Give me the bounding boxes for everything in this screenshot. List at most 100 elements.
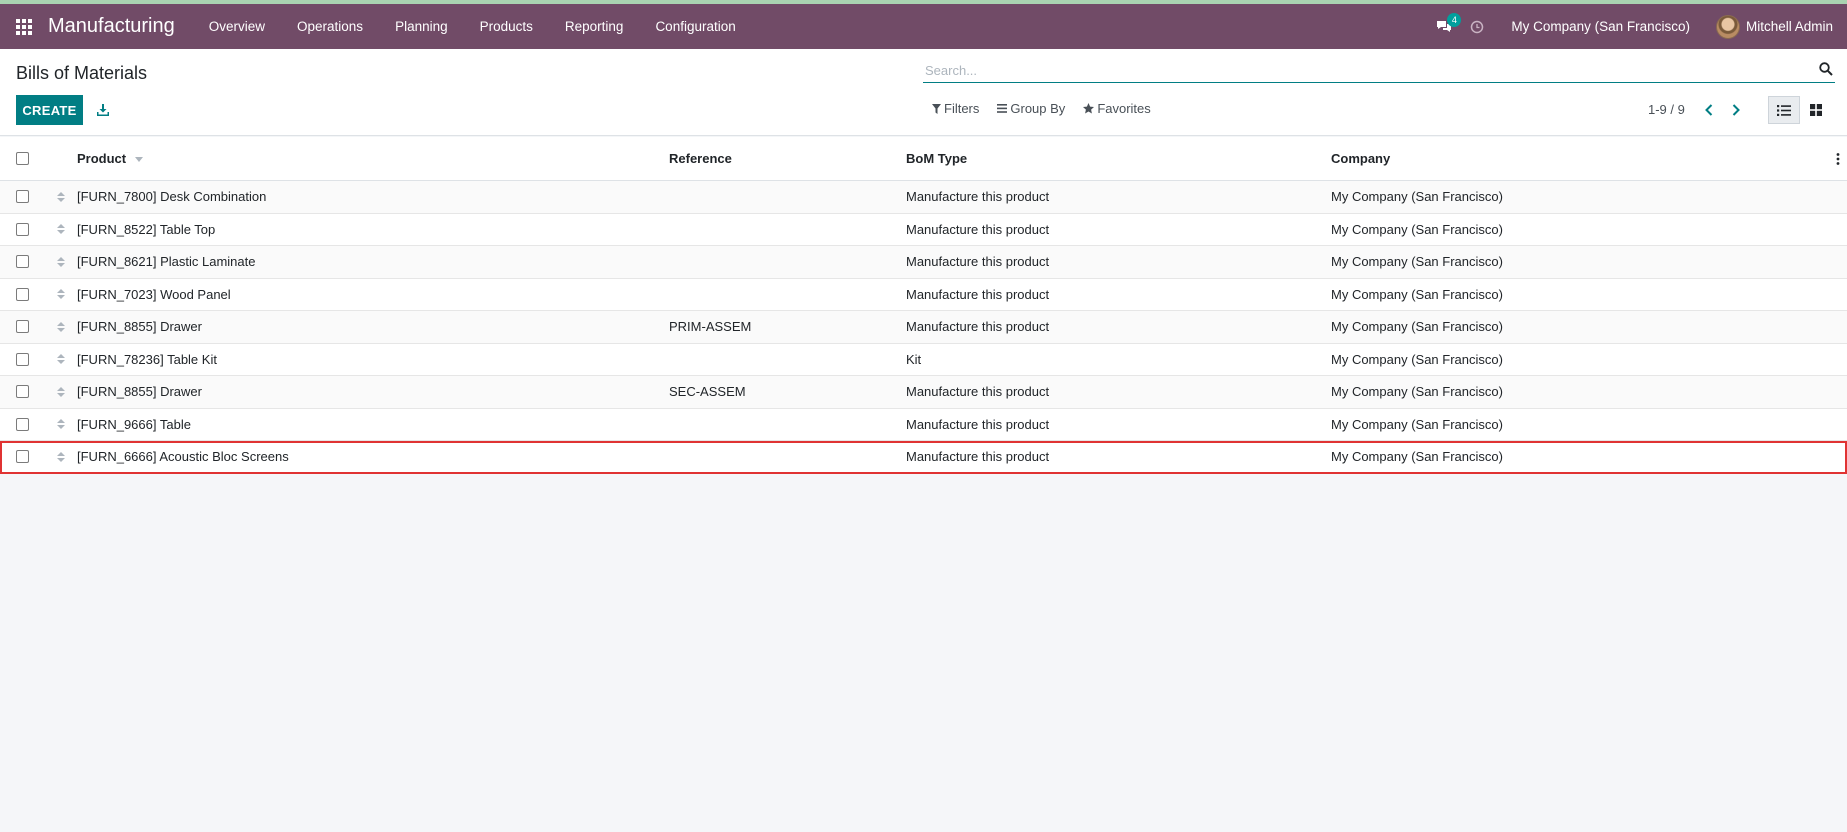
list-view-button[interactable] [1768, 96, 1800, 124]
sort-handle-icon [57, 386, 65, 397]
sort-handle-icon [57, 321, 65, 332]
activities-button[interactable] [1461, 4, 1493, 49]
cell-product: [FURN_78236] Table Kit [77, 351, 217, 367]
bom-list-table: Product Reference BoM Type Company [FURN… [0, 137, 1847, 474]
list-icon [1777, 104, 1791, 116]
table-row[interactable]: [FURN_8522] Table Top Manufacture this p… [0, 214, 1847, 246]
sort-handle-icon [57, 224, 65, 235]
column-header-reference[interactable]: Reference [669, 151, 906, 166]
cell-bom-type: Manufacture this product [906, 286, 1050, 302]
menu-planning[interactable]: Planning [379, 4, 464, 49]
cell-reference: PRIM-ASSEM [669, 319, 752, 335]
app-title[interactable]: Manufacturing [48, 15, 175, 38]
groupby-label: Group By [1010, 101, 1066, 116]
control-panel: Bills of Materials CREATE Filters Group … [0, 49, 1847, 136]
drag-handle[interactable] [45, 451, 77, 462]
export-button[interactable] [90, 97, 116, 123]
drag-handle[interactable] [45, 256, 77, 267]
cell-company: My Company (San Francisco) [1331, 351, 1503, 367]
table-row[interactable]: [FURN_8621] Plastic Laminate Manufacture… [0, 246, 1847, 279]
cell-bom-type: Manufacture this product [906, 449, 1050, 465]
table-row[interactable]: [FURN_7800] Desk Combination Manufacture… [0, 181, 1847, 214]
drag-handle[interactable] [45, 321, 77, 332]
row-checkbox[interactable] [16, 320, 29, 334]
filters-dropdown[interactable]: Filters [932, 101, 979, 116]
drag-handle[interactable] [45, 191, 77, 202]
sort-handle-icon [57, 419, 65, 430]
user-menu[interactable]: Mitchell Admin [1708, 4, 1847, 49]
sort-handle-icon [57, 289, 65, 300]
cell-product: [FURN_8855] Drawer [77, 319, 202, 335]
kanban-view-button[interactable] [1800, 96, 1832, 124]
drag-handle[interactable] [45, 419, 77, 430]
favorites-label: Favorites [1097, 101, 1151, 116]
cell-reference: SEC-ASSEM [669, 384, 746, 400]
cell-company: My Company (San Francisco) [1331, 189, 1503, 205]
cell-company: My Company (San Francisco) [1331, 384, 1503, 400]
pager-value[interactable]: 1-9 / 9 [1648, 102, 1685, 117]
sort-handle-icon [57, 451, 65, 462]
sort-handle-icon [57, 256, 65, 267]
systray: 4 My Company (San Francisco) Mitchell Ad… [1427, 4, 1847, 49]
search-bar [923, 59, 1835, 83]
cell-product: [FURN_6666] Acoustic Bloc Screens [77, 449, 289, 465]
cell-bom-type: Kit [906, 351, 922, 367]
cell-bom-type: Manufacture this product [906, 384, 1050, 400]
messages-button[interactable]: 4 [1427, 4, 1462, 49]
table-header: Product Reference BoM Type Company [0, 137, 1847, 181]
drag-handle[interactable] [45, 354, 77, 365]
row-checkbox[interactable] [16, 352, 29, 366]
row-checkbox[interactable] [16, 385, 29, 399]
table-row[interactable]: [FURN_78236] Table Kit Kit My Company (S… [0, 344, 1847, 376]
menu-overview[interactable]: Overview [193, 4, 281, 49]
download-icon [97, 104, 109, 116]
drag-handle[interactable] [45, 224, 77, 235]
column-header-bom-type[interactable]: BoM Type [906, 151, 1331, 166]
table-row-highlighted[interactable]: [FURN_6666] Acoustic Bloc Screens Manufa… [0, 441, 1847, 474]
menu-operations[interactable]: Operations [281, 4, 379, 49]
cell-product: [FURN_8855] Drawer [77, 384, 202, 400]
menu-reporting[interactable]: Reporting [549, 4, 640, 49]
row-checkbox[interactable] [16, 222, 29, 236]
select-all-checkbox[interactable] [16, 152, 29, 165]
pager-previous-button[interactable] [1698, 99, 1720, 121]
user-name: Mitchell Admin [1745, 19, 1833, 34]
optional-columns-button[interactable] [1829, 152, 1847, 165]
table-row[interactable]: [FURN_8855] Drawer SEC-ASSEM Manufacture… [0, 376, 1847, 409]
table-row[interactable]: [FURN_9666] Table Manufacture this produ… [0, 409, 1847, 441]
row-checkbox[interactable] [16, 450, 29, 464]
search-icon [1819, 62, 1833, 76]
create-button[interactable]: CREATE [16, 95, 83, 125]
groupby-dropdown[interactable]: Group By [997, 101, 1065, 116]
drag-handle[interactable] [45, 386, 77, 397]
main-menu: Overview Operations Planning Products Re… [193, 4, 752, 49]
cell-product: [FURN_9666] Table [77, 416, 191, 432]
star-icon [1083, 103, 1095, 114]
menu-configuration[interactable]: Configuration [639, 4, 751, 49]
search-button[interactable] [1819, 62, 1835, 78]
table-row[interactable]: [FURN_7023] Wood Panel Manufacture this … [0, 279, 1847, 311]
grid-icon [16, 18, 32, 35]
cell-product: [FURN_8522] Table Top [77, 221, 216, 237]
column-header-product[interactable]: Product [77, 151, 669, 166]
menu-products[interactable]: Products [464, 4, 549, 49]
company-switcher[interactable]: My Company (San Francisco) [1493, 4, 1708, 49]
column-header-company[interactable]: Company [1331, 151, 1829, 166]
row-checkbox[interactable] [16, 190, 29, 204]
cell-bom-type: Manufacture this product [906, 254, 1050, 270]
row-checkbox[interactable] [16, 287, 29, 301]
table-row[interactable]: [FURN_8855] Drawer PRIM-ASSEM Manufactur… [0, 311, 1847, 344]
favorites-dropdown[interactable]: Favorites [1083, 101, 1151, 116]
drag-handle[interactable] [45, 289, 77, 300]
cell-product: [FURN_7800] Desk Combination [77, 189, 267, 205]
search-input[interactable] [923, 59, 1803, 81]
cell-bom-type: Manufacture this product [906, 319, 1050, 335]
search-options: Filters Group By Favorites [932, 101, 1169, 116]
row-checkbox[interactable] [16, 417, 29, 431]
row-checkbox[interactable] [16, 255, 29, 269]
apps-menu-button[interactable] [0, 4, 48, 49]
ellipsis-vertical-icon [1836, 152, 1840, 165]
bars-icon [997, 104, 1008, 113]
pager-next-button[interactable] [1725, 99, 1747, 121]
avatar [1715, 14, 1740, 39]
